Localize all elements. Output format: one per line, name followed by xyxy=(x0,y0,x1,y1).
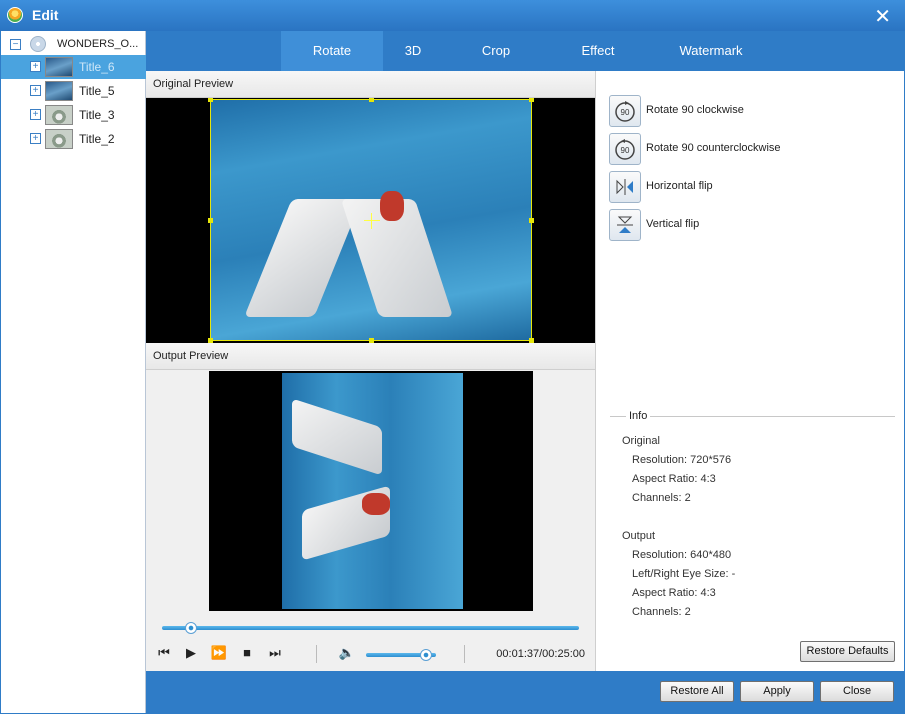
tree-item-label: Title_6 xyxy=(79,60,115,74)
expand-icon[interactable]: + xyxy=(30,85,41,96)
output-resolution: Resolution: 640*480 xyxy=(632,549,732,561)
crop-handle-tl[interactable] xyxy=(208,98,213,102)
close-button[interactable]: Close xyxy=(820,681,894,702)
title-thumbnail xyxy=(45,81,73,101)
tree-item-label: Title_5 xyxy=(79,84,115,98)
original-aspect: Aspect Ratio: 4:3 xyxy=(632,473,716,485)
tab-effect[interactable]: Effect xyxy=(566,31,630,71)
title-thumbnail xyxy=(45,105,73,125)
restore-all-button[interactable]: Restore All xyxy=(660,681,734,702)
output-video-frame xyxy=(282,373,463,609)
info-group: Info xyxy=(610,410,895,422)
svg-text:90: 90 xyxy=(621,146,630,155)
crosshair-v xyxy=(371,213,372,229)
app-logo-icon xyxy=(7,7,23,23)
tree-item-label: Title_3 xyxy=(79,108,115,122)
tab-rotate[interactable]: Rotate xyxy=(281,31,383,71)
crop-handle-l[interactable] xyxy=(208,218,213,223)
crop-handle-tr[interactable] xyxy=(529,98,534,102)
rotate-ccw-button[interactable]: 90 xyxy=(609,133,641,165)
info-legend: Info xyxy=(626,410,651,422)
rotate-ccw-icon: 90 xyxy=(615,139,635,160)
title-thumbnail xyxy=(45,129,73,149)
expand-icon[interactable]: + xyxy=(30,61,41,72)
tree-item-label: Title_2 xyxy=(79,132,115,146)
original-channels: Channels: 2 xyxy=(632,492,691,504)
bottom-bar: Restore All Apply Close xyxy=(146,671,904,713)
expand-icon[interactable]: + xyxy=(30,109,41,120)
window-close-icon[interactable]: ✕ xyxy=(874,4,891,29)
editor-frame: − WONDERS_O... + Title_6 + Title_5 + Title_3 +… xyxy=(1,31,904,713)
disc-icon xyxy=(30,36,46,52)
crop-handle-t[interactable] xyxy=(369,98,374,102)
output-preview-header: Output Preview xyxy=(146,343,595,370)
output-channels: Channels: 2 xyxy=(632,606,691,618)
skip-forward-icon[interactable]: ⏭ xyxy=(266,645,284,661)
rotate-cw-icon: 90 xyxy=(615,101,635,122)
preview-area: Original Preview Output Preview xyxy=(146,71,595,671)
tab-watermark[interactable]: Watermark xyxy=(666,31,756,71)
horizontal-flip-icon xyxy=(616,179,633,195)
title-tree: − WONDERS_O... + Title_6 + Title_5 + Title_3 +… xyxy=(1,31,146,713)
crop-frame[interactable] xyxy=(208,98,534,343)
vertical-flip-icon xyxy=(617,216,633,233)
original-preview-header: Original Preview xyxy=(146,71,595,98)
svg-text:90: 90 xyxy=(621,108,630,117)
progress-knob[interactable] xyxy=(185,622,198,634)
tree-root[interactable]: − WONDERS_O... xyxy=(1,33,146,55)
original-resolution: Resolution: 720*576 xyxy=(632,454,732,466)
rotate-panel: 90 Rotate 90 clockwise 90 Rotate 90 coun… xyxy=(595,71,904,671)
window-title: Edit xyxy=(32,7,59,23)
tree-item[interactable]: + Title_6 xyxy=(1,55,146,79)
horizontal-flip-button[interactable] xyxy=(609,171,641,203)
separator xyxy=(464,645,465,663)
tab-bar: Rotate 3D Crop Effect Watermark xyxy=(146,31,904,71)
play-icon[interactable]: ▶ xyxy=(182,645,200,661)
tree-item[interactable]: + Title_5 xyxy=(1,79,146,103)
tree-root-label: WONDERS_O... xyxy=(57,38,139,50)
expand-icon[interactable]: + xyxy=(30,133,41,144)
rotate-cw-button[interactable]: 90 xyxy=(609,95,641,127)
rotate-ccw-label[interactable]: Rotate 90 counterclockwise xyxy=(646,142,781,154)
horizontal-flip-label[interactable]: Horizontal flip xyxy=(646,180,713,192)
original-preview-label: Original Preview xyxy=(153,78,234,90)
output-preview[interactable] xyxy=(209,371,533,611)
crop-handle-r[interactable] xyxy=(529,218,534,223)
vertical-flip-label[interactable]: Vertical flip xyxy=(646,218,699,230)
restore-defaults-button[interactable]: Restore Defaults xyxy=(800,641,895,662)
collapse-icon[interactable]: − xyxy=(10,39,21,50)
original-heading: Original xyxy=(622,435,660,447)
player-controls: ⏮ ▶ ⏩ ■ ⏭ 🔈 00:01:37/00:25:00 xyxy=(146,611,595,671)
volume-icon[interactable]: 🔈 xyxy=(338,645,356,661)
volume-knob[interactable] xyxy=(419,649,432,661)
original-preview[interactable] xyxy=(146,98,595,343)
output-boat-hull-top xyxy=(292,398,382,476)
stop-icon[interactable]: ■ xyxy=(238,645,256,661)
apply-button[interactable]: Apply xyxy=(740,681,814,702)
separator xyxy=(316,645,317,663)
timecode: 00:01:37/00:25:00 xyxy=(496,648,585,660)
output-aspect: Aspect Ratio: 4:3 xyxy=(632,587,716,599)
output-person-figure xyxy=(362,493,390,515)
output-eye-size: Left/Right Eye Size: - xyxy=(632,568,736,580)
progress-track[interactable] xyxy=(162,626,579,630)
vertical-flip-button[interactable] xyxy=(609,209,641,241)
crosshair-h xyxy=(364,220,380,221)
rotate-cw-label[interactable]: Rotate 90 clockwise xyxy=(646,104,744,116)
skip-back-icon[interactable]: ⏮ xyxy=(155,645,173,661)
title-thumbnail xyxy=(45,57,73,77)
tab-3d[interactable]: 3D xyxy=(383,31,443,71)
tree-item[interactable]: + Title_2 xyxy=(1,127,146,151)
title-bar: Edit ✕ xyxy=(0,0,905,31)
fast-forward-icon[interactable]: ⏩ xyxy=(210,645,228,661)
tree-item[interactable]: + Title_3 xyxy=(1,103,146,127)
tab-crop[interactable]: Crop xyxy=(466,31,526,71)
output-preview-label: Output Preview xyxy=(153,350,229,362)
output-heading: Output xyxy=(622,530,656,542)
